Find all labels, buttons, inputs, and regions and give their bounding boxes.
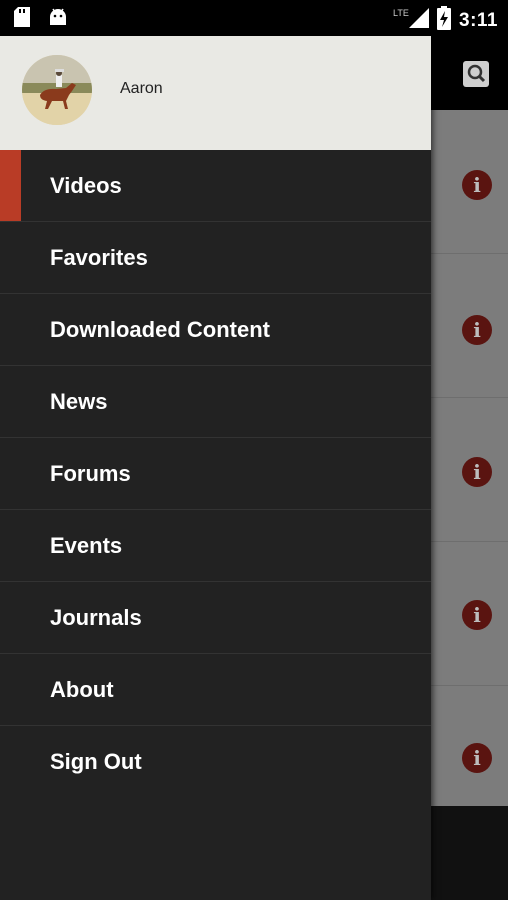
menu-item-label: Events [50,533,123,558]
info-icon[interactable]: i [462,315,492,345]
menu-item-label: Videos [50,173,122,198]
info-icon[interactable]: i [462,170,492,200]
menu-item-news[interactable]: News [0,366,431,438]
menu-item-label: Downloaded Content [50,317,270,342]
drawer-header[interactable]: Aaron [0,36,431,150]
menu-item-favorites[interactable]: Favorites [0,222,431,294]
menu-item-journals[interactable]: Journals [0,582,431,654]
search-icon[interactable] [460,58,492,90]
sd-card-icon [14,7,30,27]
menu-item-label: Favorites [50,245,148,270]
menu-item-label: About [50,677,114,702]
menu-item-label: Forums [50,461,131,486]
menu-item-videos[interactable]: Videos [0,150,431,222]
menu-item-label: Sign Out [50,749,142,774]
info-icon[interactable]: i [462,743,492,773]
status-bar: LTE 3:11 [0,0,508,36]
avatar[interactable] [22,55,92,125]
menu-item-sign-out[interactable]: Sign Out [0,726,431,797]
menu-item-events[interactable]: Events [0,510,431,582]
menu-item-downloaded-content[interactable]: Downloaded Content [0,294,431,366]
battery-charging-icon [437,6,452,35]
android-icon [48,7,68,27]
menu-item-about[interactable]: About [0,654,431,726]
info-icon[interactable]: i [462,457,492,487]
clock: 3:11 [459,9,498,31]
menu-item-label: News [50,389,108,414]
drawer-menu: Videos Favorites Downloaded Content News… [0,150,431,797]
navigation-drawer: Aaron Videos Favorites Downloaded Conten… [0,36,431,900]
network-type-label: LTE [393,8,409,18]
user-name: Aaron [120,80,163,97]
active-indicator [0,150,21,221]
signal-icon: LTE [393,8,430,33]
info-icon[interactable]: i [462,600,492,630]
menu-item-label: Journals [50,605,142,630]
menu-item-forums[interactable]: Forums [0,438,431,510]
